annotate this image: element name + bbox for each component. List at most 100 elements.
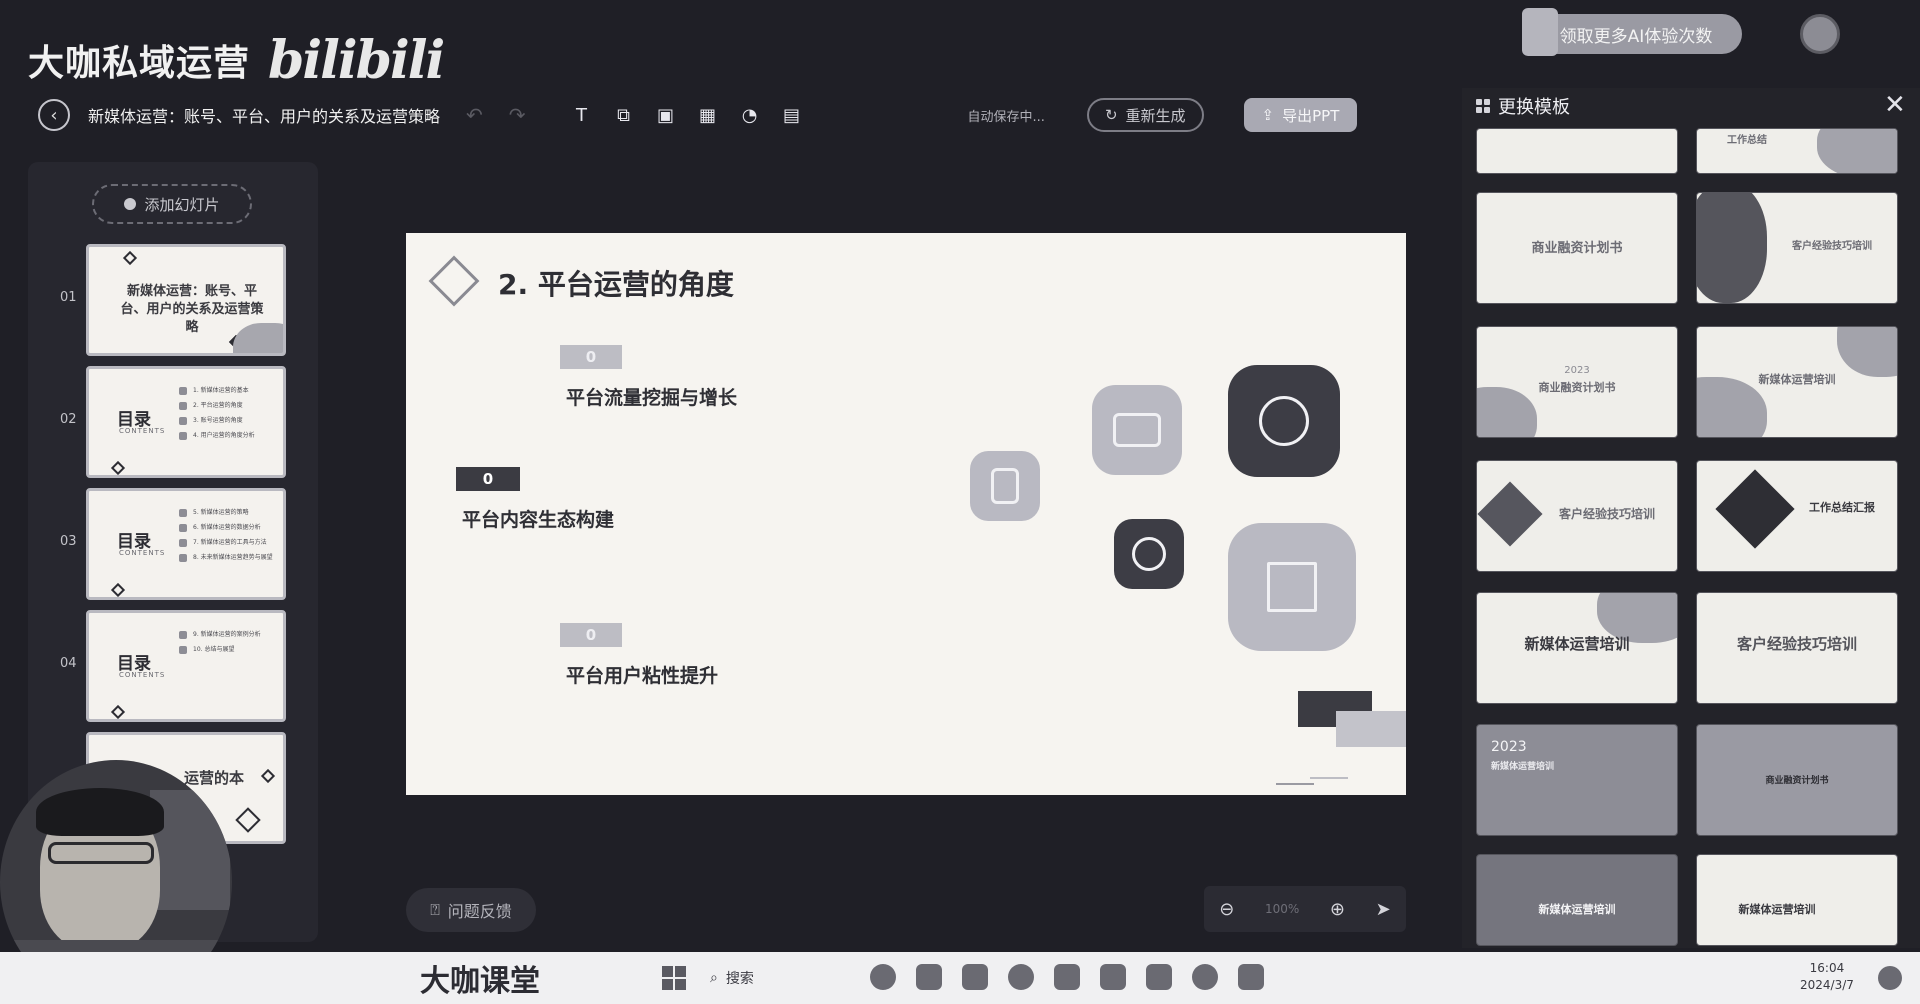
template-card[interactable]: 客户经验技巧培训 xyxy=(1696,592,1898,704)
thumbnail-item: 7. 新媒体运营的工具与方法 xyxy=(179,535,279,550)
thumbnail-item: 3. 账号运营的角度 xyxy=(179,413,279,428)
slide-title[interactable]: 2. 平台运营的角度 xyxy=(498,263,734,303)
undo-icon[interactable]: ↶ xyxy=(466,103,483,127)
slide-thumbnail-row[interactable]: 04 目录 CONTENTS 9. 新媒体运营的案例分析 10. 总结与展望 xyxy=(28,610,318,722)
point-number-badge[interactable]: 0 xyxy=(560,345,622,369)
template-card[interactable]: 新媒体运营培训 xyxy=(1696,326,1898,438)
close-icon[interactable]: ✕ xyxy=(1884,90,1906,120)
zoom-controls: ⊖ 100% ⊕ ➤ xyxy=(1204,886,1406,932)
shape-tool-icon[interactable]: ⧉ xyxy=(614,105,634,126)
thumbnail-item: 8. 未来新媒体运营趋势与展望 xyxy=(179,550,279,565)
slide-thumbnail-row[interactable]: 02 目录 CONTENTS 1. 新媒体运营的基本 2. 平台运营的角度 3.… xyxy=(28,366,318,478)
notes-icon[interactable] xyxy=(1146,964,1172,990)
slide-thumbnail-row[interactable]: 01 新媒体运营：账号、平台、用户的关系及运营策略 xyxy=(28,244,318,356)
slide-canvas[interactable]: 2. 平台运营的角度 0 平台流量挖掘与增长 0 平台内容生态构建 0 平台用户… xyxy=(406,233,1406,795)
template-card[interactable]: 客户经验技巧培训 xyxy=(1476,460,1678,572)
chart-tool-icon[interactable]: ◔ xyxy=(740,105,760,126)
add-slide-button[interactable]: 添加幻灯片 xyxy=(92,184,252,224)
promo-button[interactable]: 领取更多AI体验次数 xyxy=(1522,8,1742,56)
point-number-badge[interactable]: 0 xyxy=(560,623,622,647)
template-card[interactable]: 新媒体运营培训 xyxy=(1476,592,1678,704)
clock-time: 16:04 xyxy=(1809,961,1845,975)
app-icon[interactable] xyxy=(1192,964,1218,990)
bilibili-logo: bilibili xyxy=(268,29,445,91)
media-tool-icon[interactable]: ▤ xyxy=(782,105,802,126)
document-icon[interactable] xyxy=(970,451,1040,521)
word-icon[interactable] xyxy=(1238,964,1264,990)
line-decoration xyxy=(1276,783,1314,785)
text-app-icon[interactable] xyxy=(1100,964,1126,990)
template-label: 新媒体运营培训 xyxy=(1491,762,1555,772)
template-card[interactable]: 工作总结汇报 xyxy=(1696,460,1898,572)
zoom-out-icon[interactable]: ⊖ xyxy=(1219,899,1234,920)
slide-thumbnail[interactable]: 目录 CONTENTS 1. 新媒体运营的基本 2. 平台运营的角度 3. 账号… xyxy=(86,366,286,478)
diamond-icon xyxy=(428,255,480,307)
thumbnail-item: 1. 新媒体运营的基本 xyxy=(179,383,279,398)
template-card[interactable]: 商业融资计划书 xyxy=(1696,724,1898,836)
template-card[interactable]: 2023 商业融资计划书 xyxy=(1476,326,1678,438)
point-label[interactable]: 平台流量挖掘与增长 xyxy=(566,383,737,410)
diamond-decoration xyxy=(110,460,126,475)
template-card[interactable]: 2023 新媒体运营培训 xyxy=(1476,724,1678,836)
regenerate-button[interactable]: ↻ 重新生成 xyxy=(1086,98,1204,132)
template-label: 客户经验技巧培训 xyxy=(1558,507,1655,521)
table-tool-icon[interactable]: ▦ xyxy=(698,105,718,126)
app-icon[interactable] xyxy=(1054,964,1080,990)
slide-thumbnail[interactable]: 目录 CONTENTS 9. 新媒体运营的案例分析 10. 总结与展望 xyxy=(86,610,286,722)
user-avatar[interactable] xyxy=(1800,14,1840,54)
template-label: 商业融资计划书 xyxy=(1765,776,1829,786)
redo-icon[interactable]: ↷ xyxy=(509,103,526,127)
minus-circle-icon[interactable] xyxy=(1114,519,1184,589)
template-card[interactable]: 新媒体运营培训 xyxy=(1476,854,1678,946)
template-label: 新媒体运营培训 xyxy=(1524,635,1630,653)
template-panel-title: 更换模板 xyxy=(1498,97,1570,118)
image-tool-icon[interactable]: ▣ xyxy=(656,105,676,126)
slide-thumbnail-row[interactable]: 03 目录 CONTENTS 5. 新媒体运营的策略 6. 新媒体运营的数据分析… xyxy=(28,488,318,600)
template-blob xyxy=(1697,193,1767,303)
thumbnail-item: 10. 总结与展望 xyxy=(179,642,279,657)
template-card[interactable] xyxy=(1476,128,1678,174)
notification-icon[interactable] xyxy=(1878,966,1902,990)
minus-circle-glyph xyxy=(1132,537,1166,571)
template-label: 商业融资计划书 xyxy=(1531,241,1623,256)
document-title[interactable]: 新媒体运营：账号、平台、用户的关系及运营策略 xyxy=(88,103,440,127)
browser-icon[interactable] xyxy=(1008,964,1034,990)
taskbar-search[interactable]: ⌕ 搜索 xyxy=(710,968,754,988)
app-icon[interactable] xyxy=(870,964,896,990)
text-tool-icon[interactable]: T xyxy=(572,105,592,126)
template-card[interactable]: 新媒体运营培训 xyxy=(1696,854,1898,946)
pointer-icon[interactable]: ➤ xyxy=(1376,899,1391,920)
frame-icon[interactable] xyxy=(1228,523,1356,651)
history-icon[interactable] xyxy=(1228,365,1340,477)
template-card[interactable]: 工作总结 xyxy=(1696,128,1898,174)
point-number-badge[interactable]: 0 xyxy=(456,467,520,491)
gift-icon xyxy=(1522,8,1558,56)
template-card[interactable]: 商业融资计划书 xyxy=(1476,192,1678,304)
system-clock[interactable]: 16:04 2024/3/7 xyxy=(1800,960,1854,994)
template-diamond xyxy=(1715,469,1795,549)
thumbnail-item: 2. 平台运营的角度 xyxy=(179,398,279,413)
thumbnail-items: 1. 新媒体运营的基本 2. 平台运营的角度 3. 账号运营的角度 4. 用户运… xyxy=(179,383,279,443)
template-card[interactable]: 客户经验技巧培训 xyxy=(1696,192,1898,304)
back-button[interactable]: ‹ xyxy=(38,99,70,131)
slide-thumbnail[interactable]: 目录 CONTENTS 5. 新媒体运营的策略 6. 新媒体运营的数据分析 7.… xyxy=(86,488,286,600)
template-label: 新媒体运营培训 xyxy=(1758,373,1836,386)
template-panel: 更换模板 ✕ 工作总结 商业融资计划书 客户经验技巧培训 2023 商业融资计划… xyxy=(1462,88,1920,948)
export-button[interactable]: ⇪ 导出PPT xyxy=(1243,98,1358,132)
point-label[interactable]: 平台内容生态构建 xyxy=(462,505,614,532)
zoom-in-icon[interactable]: ⊕ xyxy=(1330,899,1345,920)
slide-number: 01 xyxy=(60,290,77,305)
folder-icon[interactable] xyxy=(1092,385,1182,475)
export-icon: ⇪ xyxy=(1261,106,1275,124)
app-icon[interactable] xyxy=(916,964,942,990)
slide-number: 02 xyxy=(60,412,77,427)
feedback-button[interactable]: ⍰ 问题反馈 xyxy=(406,888,536,932)
line-decoration xyxy=(1310,777,1348,779)
feedback-icon: ⍰ xyxy=(430,900,440,919)
slide-thumbnail[interactable]: 新媒体运营：账号、平台、用户的关系及运营策略 xyxy=(86,244,286,356)
windows-start-icon[interactable] xyxy=(662,966,686,990)
diamond-decoration xyxy=(235,807,261,833)
folder-icon[interactable] xyxy=(962,964,988,990)
zoom-level: 100% xyxy=(1264,902,1300,916)
point-label[interactable]: 平台用户粘性提升 xyxy=(566,661,718,688)
